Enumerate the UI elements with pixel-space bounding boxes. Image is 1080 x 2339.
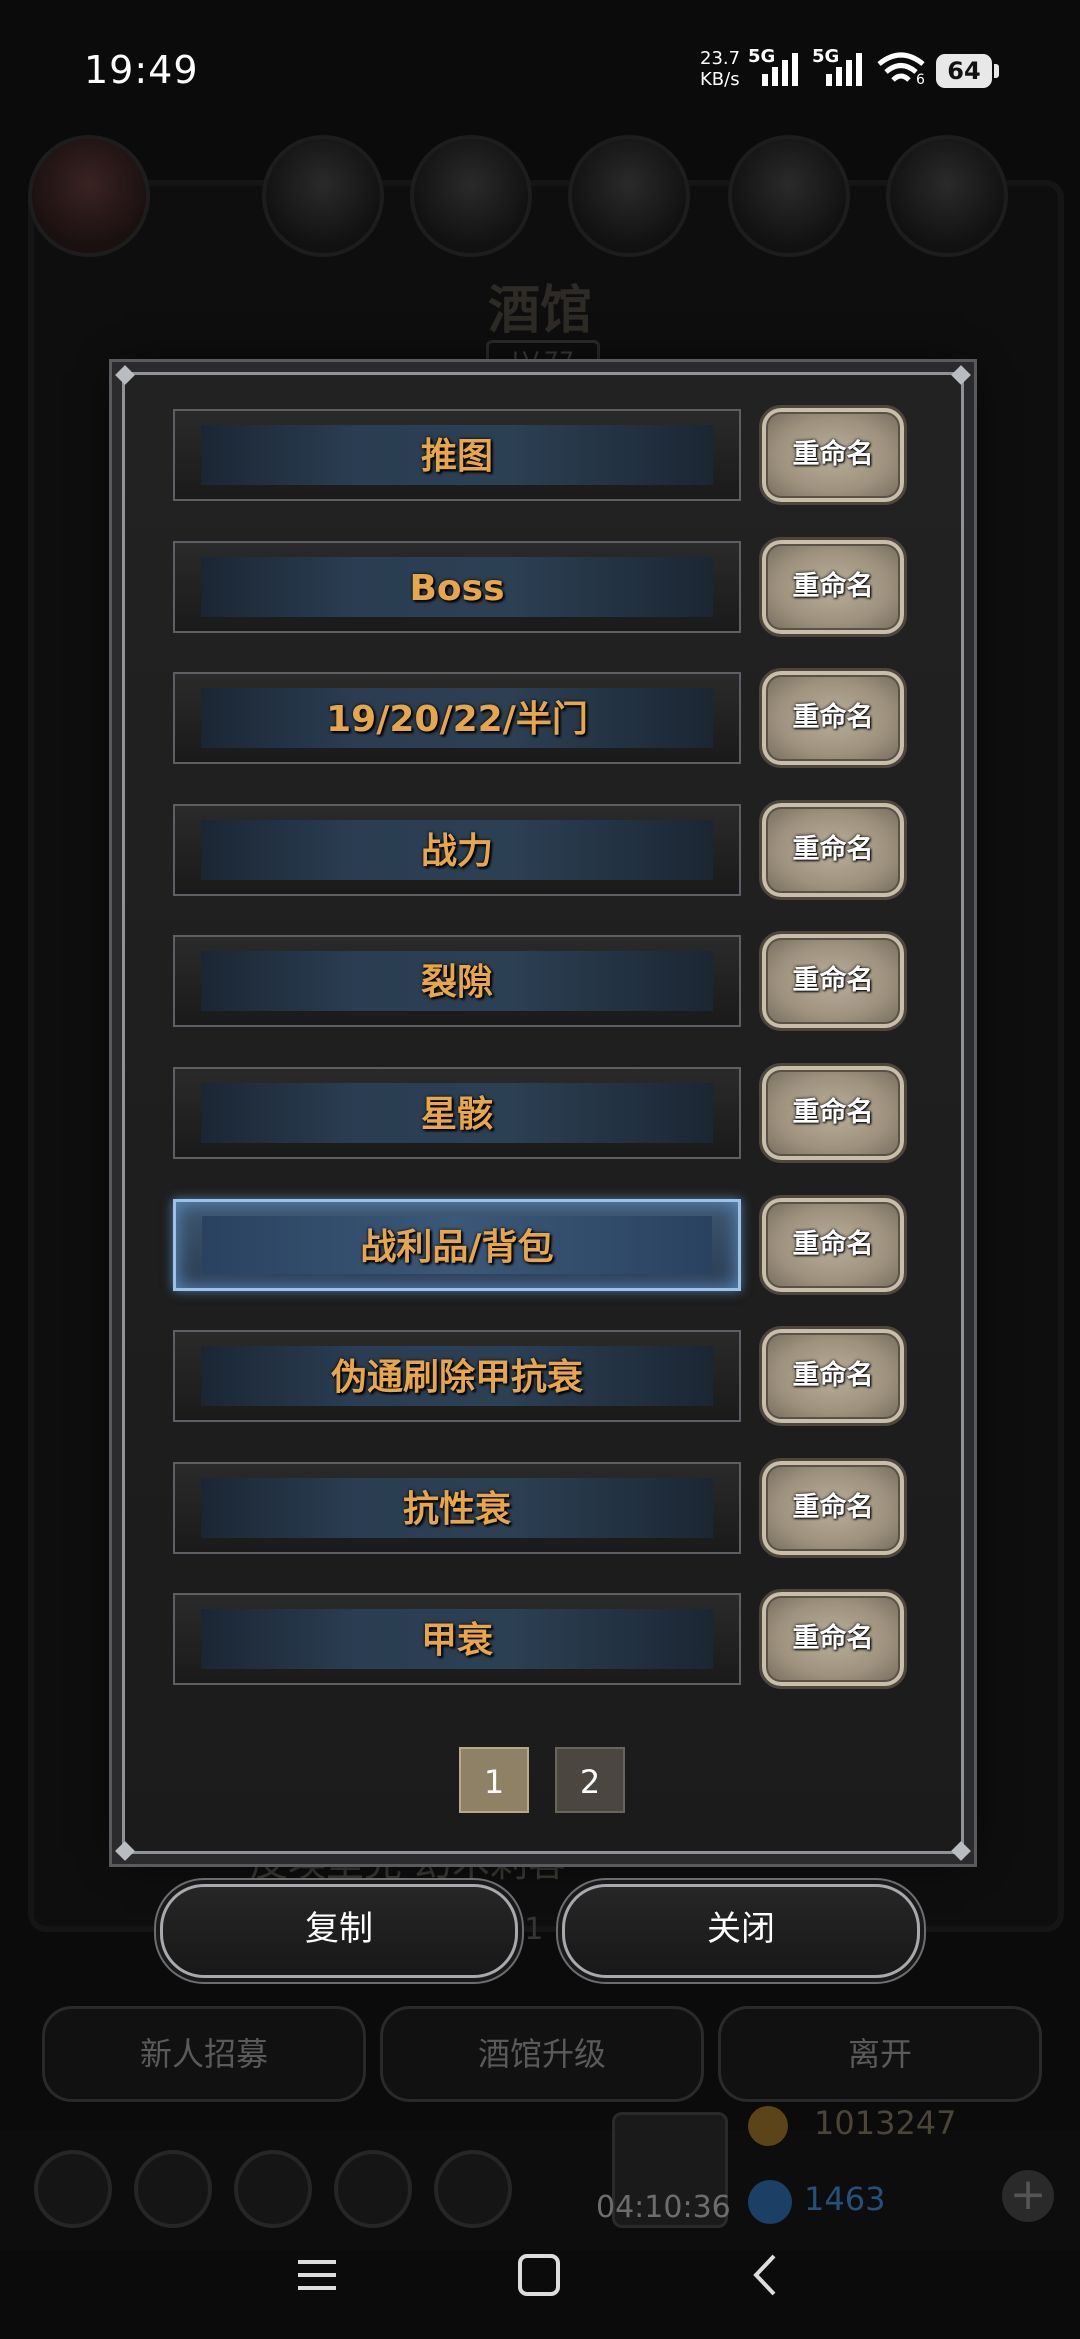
rename-button[interactable]: 重命名 [759, 1326, 907, 1427]
network-speed: 23.7 KB/s [700, 48, 740, 90]
wood-resource-icon [410, 135, 532, 257]
rename-button[interactable]: 重命名 [759, 931, 907, 1032]
formation-row: 19/20/22/半门 重命名 [173, 668, 907, 769]
gem-coin-icon [748, 2180, 792, 2224]
formation-row: 伪通刷除甲抗衰 重命名 [173, 1326, 907, 1427]
guild-icon[interactable] [434, 2150, 512, 2228]
formation-slot[interactable]: 19/20/22/半门 [173, 672, 741, 765]
formation-slot[interactable]: 裂隙 [173, 935, 741, 1028]
close-button[interactable]: 关闭 [562, 1884, 920, 1978]
formation-name: 19/20/22/半门 [201, 688, 713, 749]
formation-name: 推图 [201, 425, 713, 485]
formation-row: Boss 重命名 [173, 536, 907, 637]
menu-icon[interactable] [294, 2252, 340, 2298]
mail-icon[interactable] [334, 2150, 412, 2228]
formation-name: 星骸 [201, 1083, 713, 1143]
battery-icon: 64 [936, 54, 992, 88]
system-navigation-bar [0, 2230, 1080, 2339]
rename-button[interactable]: 重命名 [759, 799, 907, 900]
formation-slot[interactable]: 甲衰 [173, 1593, 741, 1686]
add-currency-icon[interactable]: + [1002, 2170, 1054, 2222]
formation-slot[interactable]: 推图 [173, 409, 741, 501]
formation-row: 抗性衰 重命名 [173, 1457, 907, 1558]
settings-icon[interactable] [34, 2150, 112, 2228]
leave-button[interactable]: 离开 [718, 2006, 1042, 2102]
page-button-2[interactable]: 2 [555, 1747, 625, 1813]
wifi-level: 6 [916, 72, 925, 88]
rename-button[interactable]: 重命名 [759, 536, 907, 637]
rename-button[interactable]: 重命名 [759, 1194, 907, 1295]
tavern-title: 酒馆 [487, 280, 592, 341]
chest-timer: 04:10:36 [596, 2190, 731, 2225]
copy-button[interactable]: 复制 [160, 1884, 518, 1978]
formation-name: 战力 [201, 819, 713, 880]
rename-button[interactable]: 重命名 [759, 1063, 907, 1163]
ranking-icon[interactable] [234, 2150, 312, 2228]
rename-button[interactable]: 重命名 [759, 1457, 907, 1558]
formation-name: Boss [201, 556, 713, 617]
iron-resource-icon [568, 135, 690, 257]
gold-coin-icon [748, 2106, 788, 2146]
formation-slot[interactable]: 星骸 [173, 1067, 741, 1159]
back-icon[interactable] [744, 2252, 790, 2298]
crystal-resource-icon [728, 135, 850, 257]
signal-strength-icon-1 [762, 53, 798, 86]
resource-icon-1 [262, 135, 384, 257]
hero-icon[interactable] [134, 2150, 212, 2228]
formation-slot[interactable]: 抗性衰 [173, 1461, 741, 1554]
network-speed-unit: KB/s [700, 69, 740, 90]
formation-name: 甲衰 [201, 1609, 713, 1670]
lion-dance-event-icon [28, 135, 150, 257]
rename-button[interactable]: 重命名 [759, 405, 907, 505]
status-bar: 19:49 23.7 KB/s 5G 5G 6 64 [0, 0, 1080, 140]
status-time: 19:49 [84, 48, 199, 92]
rename-button[interactable]: 重命名 [759, 1589, 907, 1690]
formation-slot[interactable]: Boss [173, 540, 741, 633]
formation-name: 战利品/背包 [202, 1215, 712, 1274]
recruit-button[interactable]: 新人招募 [42, 2006, 366, 2102]
formation-row: 裂隙 重命名 [173, 931, 907, 1032]
gem-resource-icon [886, 135, 1008, 257]
formation-name: 伪通刷除甲抗衰 [201, 1346, 713, 1407]
formation-row: 甲衰 重命名 [173, 1589, 907, 1690]
formation-name: 裂隙 [201, 951, 713, 1012]
formation-row: 战利品/背包 重命名 [173, 1194, 907, 1295]
formation-name: 抗性衰 [201, 1477, 713, 1538]
network-speed-value: 23.7 [700, 48, 741, 69]
home-icon[interactable] [516, 2252, 562, 2298]
currency-panel: 1013247 1463 [748, 2100, 1048, 2224]
rename-button[interactable]: 重命名 [759, 668, 907, 769]
battery-cap [994, 64, 999, 78]
formation-list-dialog: 推图 重命名 Boss 重命名 19/20/22/半门 重命名 战力 重命名 裂隙 重命名 星骸 重命… [115, 365, 971, 1861]
gold-amount: 1013247 [814, 2104, 957, 2142]
gem-amount: 1463 [804, 2180, 886, 2218]
formation-row: 战力 重命名 [173, 799, 907, 900]
signal-strength-icon-2 [826, 53, 862, 86]
formation-slot[interactable]: 战力 [173, 803, 741, 896]
formation-row: 星骸 重命名 [173, 1063, 907, 1163]
upgrade-tavern-button[interactable]: 酒馆升级 [380, 2006, 704, 2102]
formation-row: 推图 重命名 [173, 405, 907, 505]
page-button-1[interactable]: 1 [459, 1747, 529, 1813]
formation-slot[interactable]: 战利品/背包 [173, 1198, 741, 1291]
formation-slot[interactable]: 伪通刷除甲抗衰 [173, 1330, 741, 1423]
